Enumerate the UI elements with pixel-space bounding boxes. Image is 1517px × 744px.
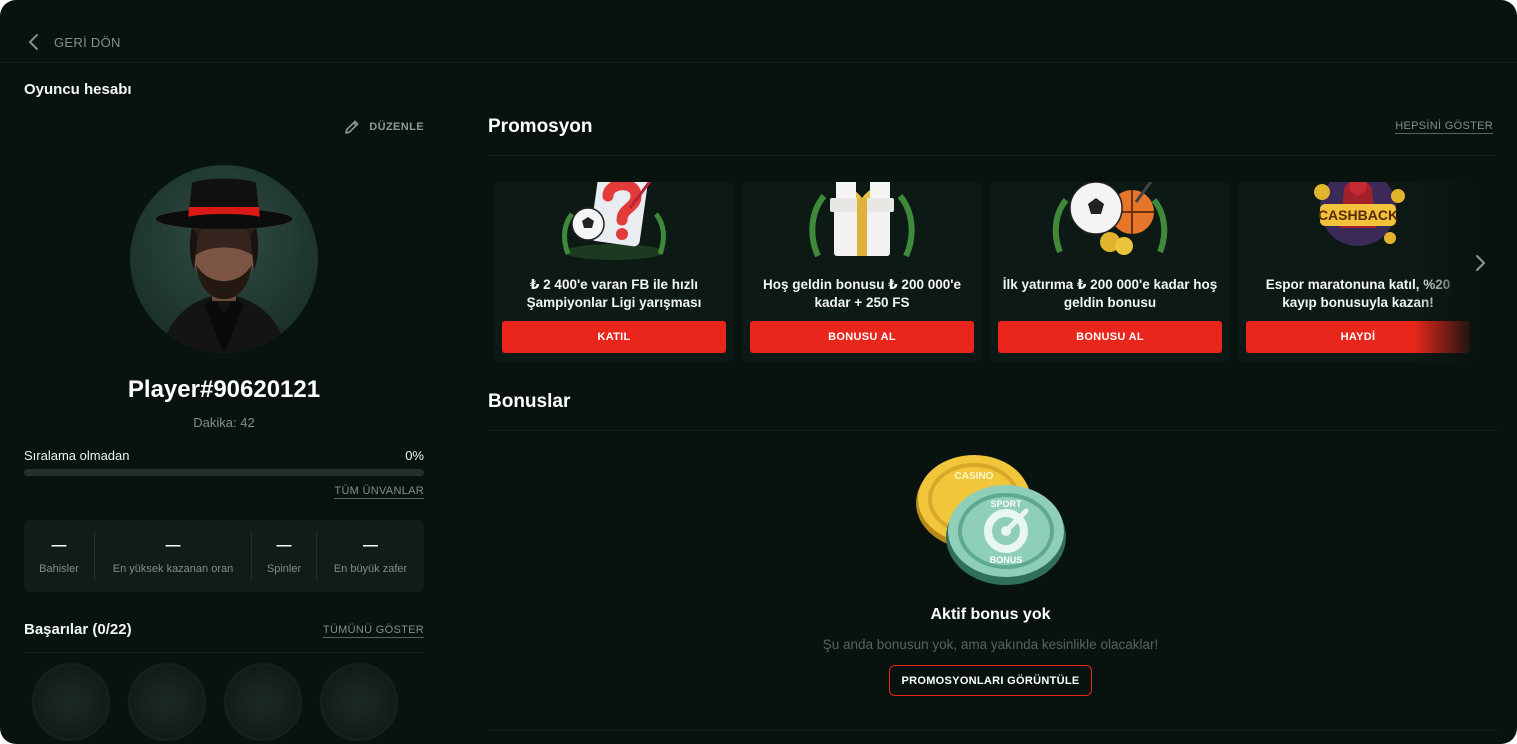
stat-label: En yüksek kazanan oran <box>112 563 234 575</box>
stat-label: En büyük zafer <box>333 563 408 575</box>
stat-highest-odds: — En yüksek kazanan oran <box>95 532 252 580</box>
rank-progress-bar <box>24 469 424 476</box>
pencil-icon <box>345 120 359 134</box>
promotions-show-all-link[interactable]: HEPSİNİ GÖSTER <box>1395 120 1493 134</box>
divider <box>488 730 1497 731</box>
view-promotions-button[interactable]: PROMOSYONLARI GÖRÜNTÜLE <box>889 665 1092 696</box>
carousel-fade <box>1414 182 1474 362</box>
stat-label: Bahisler <box>39 563 79 575</box>
profile-section-title: Oyuncu hesabı <box>24 81 132 98</box>
divider <box>488 155 1497 156</box>
main-panel: Promosyon HEPSİNİ GÖSTER ₺ 2 400'e varan… <box>488 63 1497 744</box>
football-question-icon <box>562 182 666 260</box>
all-titles-link[interactable]: TÜM ÜNVANLAR <box>334 485 424 499</box>
get-bonus-button[interactable]: BONUSU AL <box>750 321 974 353</box>
edit-label: DÜZENLE <box>369 121 424 133</box>
promo-card[interactable]: Hoş geldin bonusu ₺ 200 000'e kadar + 25… <box>742 182 982 362</box>
coin-sport-text: SPORT <box>990 499 1022 509</box>
no-bonus-title: Aktif bonus yok <box>930 606 1051 623</box>
racket-badge-icon[interactable] <box>128 663 206 741</box>
stat-spins: — Spinler <box>252 532 317 580</box>
player-name: Player#90620121 <box>127 376 321 403</box>
promo-carousel: ₺ 2 400'e varan FB ile hızlı Şampiyonlar… <box>494 182 1474 362</box>
promo-card-text: Hoş geldin bonusu ₺ 200 000'e kadar + 25… <box>763 277 961 310</box>
stat-bets: — Bahisler <box>24 532 95 580</box>
achievement-badges <box>32 663 398 741</box>
stat-value: — <box>165 537 181 554</box>
chip-badge-icon[interactable] <box>224 663 302 741</box>
stat-value: — <box>363 537 378 554</box>
sports-balls-icon <box>1052 182 1168 255</box>
stats-panel: — Bahisler — En yüksek kazanan oran — Sp… <box>24 520 424 592</box>
account-window: GERİ DÖN Oyuncu hesabı DÜZENLE Player#90… <box>0 0 1517 744</box>
back-button[interactable]: GERİ DÖN <box>24 32 121 52</box>
edit-profile-button[interactable]: DÜZENLE <box>343 118 424 136</box>
chevron-right-icon[interactable] <box>1468 251 1492 275</box>
avatar[interactable] <box>130 165 318 353</box>
rank-percent: 0% <box>405 448 424 463</box>
promo-card[interactable]: İlk yatırıma ₺ 200 000'e kadar hoş geldi… <box>990 182 1230 362</box>
coin-bonus-text: BONUS <box>990 555 1023 565</box>
back-label: GERİ DÖN <box>54 34 121 50</box>
achievements-show-all-link[interactable]: TÜMÜNÜ GÖSTER <box>322 624 424 638</box>
coin-casino-text: CASINO <box>955 471 994 482</box>
achievements-title: Başarılar (0/22) <box>24 621 132 638</box>
gift-box-icon <box>809 182 915 258</box>
rank-label: Sıralama olmadan <box>24 448 130 463</box>
bonuses-title: Bonuslar <box>488 391 571 412</box>
get-bonus-button[interactable]: BONUSU AL <box>998 321 1222 353</box>
minutes-played: Dakika: 42 <box>193 415 255 430</box>
chevron-left-icon <box>29 34 38 50</box>
casino-sport-coins-icon: CASINO SPORT BONUS <box>916 455 1066 585</box>
no-bonus-subtitle: Şu anda bonusun yok, ama yakında kesinli… <box>822 637 1159 652</box>
stat-value: — <box>276 537 292 554</box>
promotions-title: Promosyon <box>488 116 593 137</box>
cashback-icon: CASHBACK <box>1314 182 1405 246</box>
promo-card-text: İlk yatırıma ₺ 200 000'e kadar hoş geldi… <box>1002 277 1218 310</box>
stat-biggest-win: — En büyük zafer <box>317 532 424 580</box>
stat-label: Spinler <box>266 563 302 575</box>
svg-text:CASHBACK: CASHBACK <box>1318 207 1398 223</box>
divider <box>488 430 1497 431</box>
profile-panel: Oyuncu hesabı DÜZENLE Player#90620121 Da… <box>24 63 424 744</box>
ball-badge-icon[interactable] <box>32 663 110 741</box>
stat-value: — <box>51 537 67 554</box>
join-button[interactable]: KATIL <box>502 321 726 353</box>
promo-card-text: ₺ 2 400'e varan FB ile hızlı Şampiyonlar… <box>526 277 702 310</box>
avatar-image <box>156 178 292 353</box>
promo-card[interactable]: ₺ 2 400'e varan FB ile hızlı Şampiyonlar… <box>494 182 734 362</box>
divider <box>24 652 424 653</box>
trophy-badge-icon[interactable] <box>320 663 398 741</box>
rank-row: Sıralama olmadan 0% <box>24 448 424 463</box>
top-bar: GERİ DÖN <box>0 0 1517 63</box>
